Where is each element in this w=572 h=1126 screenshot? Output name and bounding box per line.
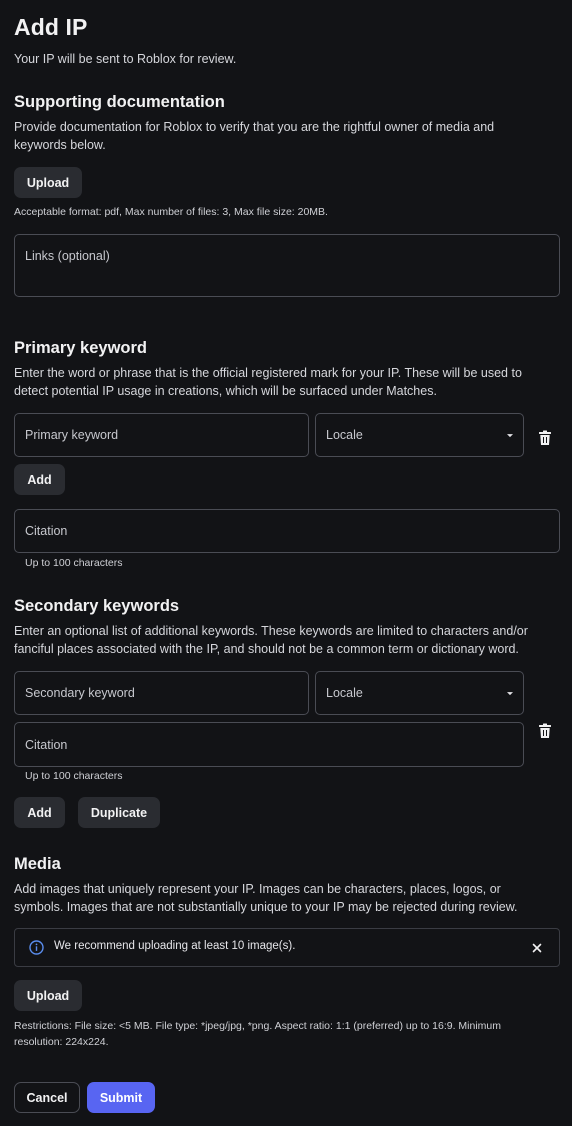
chevron-down-icon [507, 692, 513, 696]
duplicate-button[interactable]: Duplicate [78, 797, 160, 828]
primary-add-button[interactable]: Add [14, 464, 65, 495]
notice-text: We recommend uploading at least 10 image… [54, 940, 296, 952]
media-upload-button[interactable]: Upload [14, 980, 82, 1011]
page-title: Add IP [14, 14, 88, 40]
secondary-keywords-description: Enter an optional list of additional key… [14, 624, 528, 656]
primary-locale-select[interactable]: Locale [315, 413, 524, 457]
primary-locale-label: Locale [326, 428, 363, 442]
supporting-docs-description: Provide documentation for Roblox to veri… [14, 120, 495, 152]
submit-button[interactable]: Submit [87, 1082, 155, 1113]
primary-citation-placeholder: Citation [25, 524, 68, 538]
media-heading: Media [14, 855, 61, 873]
secondary-add-button[interactable]: Add [14, 797, 65, 828]
supporting-docs-format-hint: Acceptable format: pdf, Max number of fi… [14, 206, 328, 218]
secondary-citation-input[interactable]: Citation [14, 722, 524, 767]
primary-keyword-heading: Primary keyword [14, 339, 147, 357]
primary-keyword-input[interactable]: Primary keyword [14, 413, 309, 457]
chevron-down-icon [507, 434, 513, 438]
media-restrictions: Restrictions: File size: <5 MB. File typ… [14, 1020, 502, 1048]
trash-icon[interactable] [538, 723, 552, 739]
primary-citation-hint: Up to 100 characters [25, 557, 123, 569]
trash-icon[interactable] [538, 430, 552, 446]
media-recommendation-notice: We recommend uploading at least 10 image… [14, 928, 560, 967]
supporting-docs-upload-button[interactable]: Upload [14, 167, 82, 198]
media-description: Add images that uniquely represent your … [14, 882, 518, 914]
close-icon[interactable] [532, 943, 542, 953]
links-placeholder: Links (optional) [25, 249, 110, 263]
primary-keyword-placeholder: Primary keyword [25, 428, 119, 442]
secondary-keyword-input[interactable]: Secondary keyword [14, 671, 309, 715]
secondary-keywords-heading: Secondary keywords [14, 597, 180, 615]
info-icon [29, 940, 44, 955]
links-input[interactable]: Links (optional) [14, 234, 560, 297]
cancel-button[interactable]: Cancel [14, 1082, 80, 1113]
secondary-citation-placeholder: Citation [25, 737, 68, 752]
secondary-locale-select[interactable]: Locale [315, 671, 524, 715]
supporting-docs-heading: Supporting documentation [14, 93, 225, 111]
page-subtitle: Your IP will be sent to Roblox for revie… [14, 52, 237, 66]
primary-keyword-description: Enter the word or phrase that is the off… [14, 366, 522, 398]
secondary-locale-label: Locale [326, 686, 363, 700]
primary-citation-input[interactable]: Citation [14, 509, 560, 553]
secondary-citation-hint: Up to 100 characters [25, 770, 123, 782]
secondary-keyword-placeholder: Secondary keyword [25, 686, 135, 700]
